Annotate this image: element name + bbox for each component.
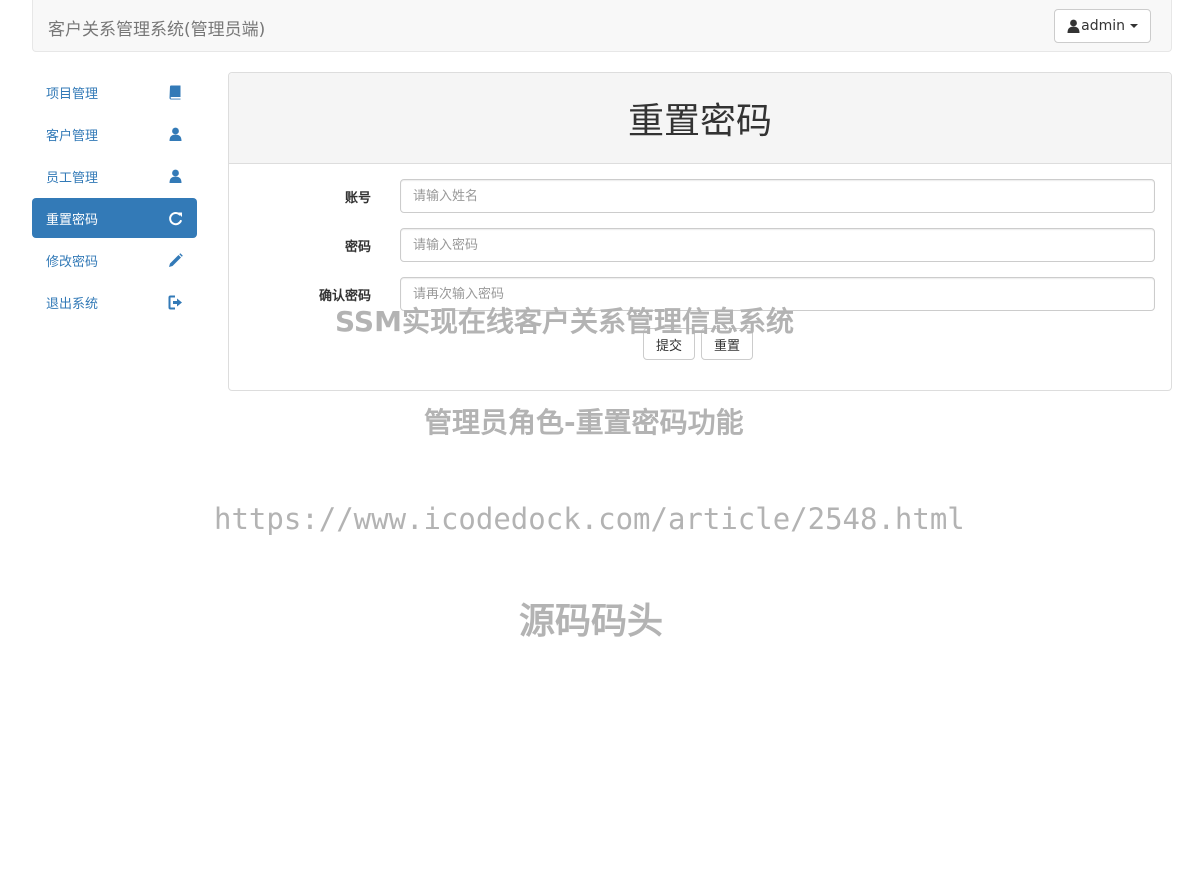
watermark-subtitle: 管理员角色-重置密码功能 bbox=[424, 406, 744, 439]
panel-heading: 重置密码 bbox=[229, 73, 1171, 164]
sidebar-item-project-management[interactable]: 项目管理 bbox=[32, 72, 197, 112]
sidebar: 项目管理 客户管理 员工管理 重置密码 修改密码 退出系统 bbox=[32, 72, 197, 324]
watermark-url: https://www.icodedock.com/article/2548.h… bbox=[214, 502, 965, 536]
logout-icon bbox=[167, 294, 183, 310]
page-title: 重置密码 bbox=[627, 101, 772, 142]
user-menu-button[interactable]: admin bbox=[1054, 9, 1151, 43]
sidebar-item-staff-management[interactable]: 员工管理 bbox=[32, 156, 197, 196]
watermark-brand: 源码码头 bbox=[519, 601, 664, 642]
sidebar-item-label: 修改密码 bbox=[46, 254, 99, 270]
sidebar-item-label: 员工管理 bbox=[46, 170, 99, 186]
password-row: 密码 bbox=[229, 228, 1173, 262]
account-row: 账号 bbox=[229, 179, 1173, 213]
user-icon bbox=[1067, 19, 1080, 33]
pencil-icon bbox=[167, 252, 183, 268]
caret-down-icon bbox=[1130, 24, 1138, 28]
top-navbar: 客户关系管理系统(管理员端) admin bbox=[32, 0, 1172, 52]
user-icon bbox=[167, 126, 183, 142]
user-icon bbox=[167, 168, 183, 184]
sidebar-item-change-password[interactable]: 修改密码 bbox=[32, 240, 197, 280]
watermark-title: SSM实现在线客户关系管理信息系统 bbox=[335, 305, 794, 338]
sidebar-item-label: 退出系统 bbox=[46, 296, 99, 312]
user-menu-label: admin bbox=[1081, 18, 1125, 34]
book-icon bbox=[167, 84, 183, 100]
account-label: 账号 bbox=[344, 191, 371, 206]
sidebar-item-label: 重置密码 bbox=[46, 212, 99, 228]
sidebar-item-label: 客户管理 bbox=[46, 128, 99, 144]
password-input[interactable] bbox=[400, 228, 1155, 262]
app-title[interactable]: 客户关系管理系统(管理员端) bbox=[48, 15, 265, 40]
sidebar-item-reset-password[interactable]: 重置密码 bbox=[32, 198, 197, 238]
password-label: 密码 bbox=[344, 240, 371, 255]
refresh-icon bbox=[167, 210, 183, 226]
reset-password-panel: 重置密码 账号 密码 确认密码 提交 重置 bbox=[228, 72, 1172, 391]
sidebar-item-label: 项目管理 bbox=[46, 86, 99, 102]
sidebar-item-logout[interactable]: 退出系统 bbox=[32, 282, 197, 322]
sidebar-item-customer-management[interactable]: 客户管理 bbox=[32, 114, 197, 154]
account-input[interactable] bbox=[400, 179, 1155, 213]
